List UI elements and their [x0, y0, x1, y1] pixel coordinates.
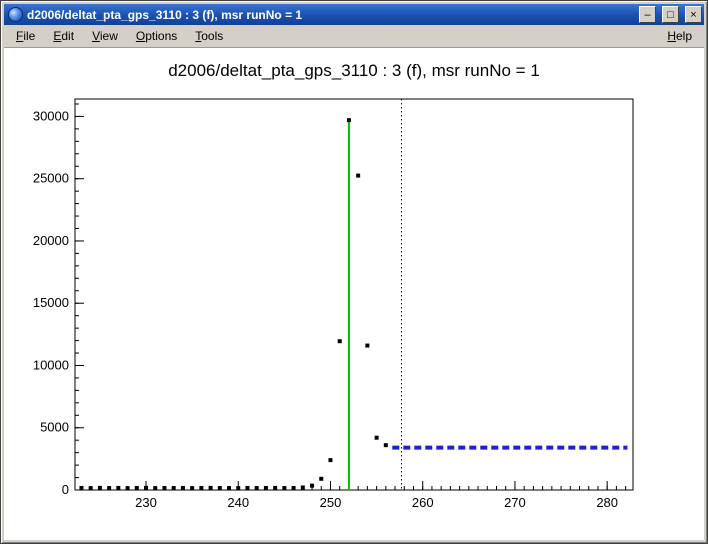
- root-app-icon: [8, 7, 23, 22]
- close-button[interactable]: ×: [685, 6, 702, 23]
- window-title: d2006/deltat_pta_gps_3110 : 3 (f), msr r…: [27, 8, 633, 22]
- app-window: d2006/deltat_pta_gps_3110 : 3 (f), msr r…: [0, 0, 708, 544]
- x-axis-tick-label: 230: [135, 495, 157, 510]
- data-point: [209, 486, 213, 490]
- data-point: [126, 486, 130, 490]
- x-axis-tick-label: 270: [504, 495, 526, 510]
- y-axis-tick-label: 0: [62, 482, 69, 497]
- titlebar[interactable]: d2006/deltat_pta_gps_3110 : 3 (f), msr r…: [4, 4, 704, 25]
- data-point: [89, 486, 93, 490]
- histogram-plot[interactable]: 230 240 250 260 270 280 0 5000 10000 15000 20000 25…: [4, 48, 704, 540]
- histogram-points: [79, 118, 387, 490]
- data-point: [319, 477, 323, 481]
- data-point: [181, 486, 185, 490]
- data-point: [144, 486, 148, 490]
- data-point: [135, 486, 139, 490]
- data-point: [384, 443, 388, 447]
- menu-edit[interactable]: Edit: [44, 25, 83, 47]
- y-axis-tick-label: 10000: [33, 357, 69, 372]
- data-point: [199, 486, 203, 490]
- data-point: [153, 486, 157, 490]
- data-point: [227, 486, 231, 490]
- menubar-spacer: [232, 25, 658, 47]
- minimize-button[interactable]: –: [639, 6, 656, 23]
- data-point: [98, 486, 102, 490]
- data-point: [356, 174, 360, 178]
- x-axis-tick-label: 240: [227, 495, 249, 510]
- data-point: [301, 486, 305, 490]
- menu-view[interactable]: View: [83, 25, 127, 47]
- data-point: [338, 339, 342, 343]
- data-point: [245, 486, 249, 490]
- data-point: [107, 486, 111, 490]
- data-point: [79, 486, 83, 490]
- data-point: [310, 484, 314, 488]
- data-point: [190, 486, 194, 490]
- y-axis-tick-label: 30000: [33, 108, 69, 123]
- y-axis-tick-label: 20000: [33, 233, 69, 248]
- y-axis-tick-label: 15000: [33, 295, 69, 310]
- menu-tools[interactable]: Tools: [186, 25, 232, 47]
- y-axis-tick-label: 5000: [40, 420, 69, 435]
- x-axis-tick-label: 250: [320, 495, 342, 510]
- menu-help[interactable]: Help: [658, 25, 701, 47]
- data-point: [236, 486, 240, 490]
- data-point: [218, 486, 222, 490]
- data-point: [162, 486, 166, 490]
- data-point: [347, 118, 351, 122]
- menu-file[interactable]: File: [7, 25, 44, 47]
- data-point: [264, 486, 268, 490]
- plot-axes: [75, 99, 633, 490]
- data-point: [292, 486, 296, 490]
- data-point: [282, 486, 286, 490]
- data-point: [172, 486, 176, 490]
- y-axis-tick-label: 25000: [33, 171, 69, 186]
- data-point: [365, 344, 369, 348]
- menubar: File Edit View Options Tools Help: [4, 25, 704, 48]
- maximize-button[interactable]: □: [662, 6, 679, 23]
- x-axis-tick-label: 260: [412, 495, 434, 510]
- menu-options[interactable]: Options: [127, 25, 186, 47]
- data-point: [255, 486, 259, 490]
- data-point: [328, 458, 332, 462]
- data-point: [273, 486, 277, 490]
- x-axis-tick-label: 280: [596, 495, 618, 510]
- data-point: [375, 436, 379, 440]
- root-canvas[interactable]: d2006/deltat_pta_gps_3110 : 3 (f), msr r…: [4, 48, 704, 540]
- data-point: [116, 486, 120, 490]
- plot-frame: [75, 99, 633, 490]
